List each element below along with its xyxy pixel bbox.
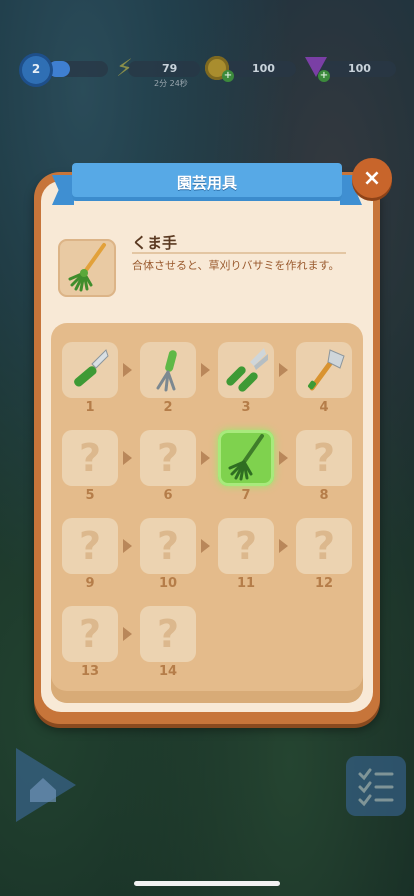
question-mark-icon: ?: [156, 612, 180, 656]
selected-item-frame: [58, 239, 116, 297]
chain-slot-7[interactable]: [218, 430, 274, 486]
question-mark-icon: ?: [312, 436, 336, 480]
rake-icon: [218, 430, 274, 490]
chain-slot-number: 8: [319, 488, 329, 503]
chain-arrow-icon: [279, 539, 288, 553]
chain-slot-number: 7: [241, 488, 251, 503]
question-mark-icon: ?: [156, 524, 180, 568]
chain-arrow-icon: [123, 539, 132, 553]
chain-arrow-icon: [279, 363, 288, 377]
question-mark-icon: ?: [78, 524, 102, 568]
energy-value: 79: [162, 62, 178, 75]
chain-arrow-icon: [279, 451, 288, 465]
chain-slot-9[interactable]: ?: [62, 518, 118, 574]
chain-slot-number: 14: [158, 664, 178, 679]
pruning-knife-icon: [62, 342, 118, 402]
chain-slot-number: 1: [85, 400, 95, 415]
chain-slot-8[interactable]: ?: [296, 430, 352, 486]
chain-arrow-icon: [201, 451, 210, 465]
chain-slot-5[interactable]: ?: [62, 430, 118, 486]
ribbon-left-tail: [52, 175, 74, 205]
coin-value: 100: [252, 62, 275, 75]
chain-slot-14[interactable]: ?: [140, 606, 196, 662]
chain-arrow-icon: [123, 627, 132, 641]
energy-bolt-icon: ⚡: [116, 54, 133, 82]
add-coins-icon[interactable]: +: [222, 70, 234, 82]
chain-arrow-icon: [123, 451, 132, 465]
home-indicator[interactable]: [134, 881, 280, 886]
dialog-title-ribbon: 園芸用具: [52, 163, 362, 205]
chain-slot-number: 2: [163, 400, 173, 415]
chain-slot-10[interactable]: ?: [140, 518, 196, 574]
chain-slot-number: 11: [236, 576, 256, 591]
checklist-icon: [358, 768, 394, 807]
chain-slot-number: 5: [85, 488, 95, 503]
chain-slot-number: 9: [85, 576, 95, 591]
chain-slot-number: 3: [241, 400, 251, 415]
chain-arrow-icon: [201, 539, 210, 553]
add-gems-icon[interactable]: +: [318, 70, 330, 82]
chain-slot-6[interactable]: ?: [140, 430, 196, 486]
question-mark-icon: ?: [156, 436, 180, 480]
chain-slot-4[interactable]: [296, 342, 352, 398]
selected-item-name: くま手: [132, 234, 178, 252]
chain-slot-11[interactable]: ?: [218, 518, 274, 574]
chain-slot-number: 13: [80, 664, 100, 679]
hand-fork-icon: [140, 342, 196, 402]
selected-item-description: 合体させると、草刈りバサミを作れます。: [132, 259, 340, 272]
home-button[interactable]: [10, 738, 82, 832]
level-progress-fill: [48, 61, 70, 77]
top-hud: 2 ⚡ 79 2分 24秒 + 100 + 100: [0, 54, 414, 88]
level-badge[interactable]: 2: [22, 56, 50, 84]
chain-arrow-icon: [201, 363, 210, 377]
task-list-button[interactable]: [346, 756, 406, 816]
chain-slot-2[interactable]: [140, 342, 196, 398]
chain-slot-12[interactable]: ?: [296, 518, 352, 574]
close-button[interactable]: ×: [352, 158, 392, 198]
energy-timer: 2分 24秒: [154, 79, 188, 88]
hatchet-icon: [296, 342, 352, 402]
chain-slot-number: 4: [319, 400, 329, 415]
home-icon: [16, 748, 76, 822]
chain-slot-3[interactable]: [218, 342, 274, 398]
chain-arrow-icon: [123, 363, 132, 377]
question-mark-icon: ?: [312, 524, 336, 568]
question-mark-icon: ?: [78, 436, 102, 480]
rake-icon: [68, 243, 106, 292]
dialog-title: 園芸用具: [176, 174, 237, 192]
pruning-shears-icon: [218, 342, 274, 402]
chain-slot-number: 10: [158, 576, 178, 591]
question-mark-icon: ?: [78, 612, 102, 656]
chain-slot-13[interactable]: ?: [62, 606, 118, 662]
chain-slot-1[interactable]: [62, 342, 118, 398]
chain-slot-number: 6: [163, 488, 173, 503]
name-divider: [132, 252, 346, 254]
chain-slot-number: 12: [314, 576, 334, 591]
level-number: 2: [31, 62, 41, 76]
gem-value: 100: [348, 62, 371, 75]
question-mark-icon: ?: [234, 524, 258, 568]
